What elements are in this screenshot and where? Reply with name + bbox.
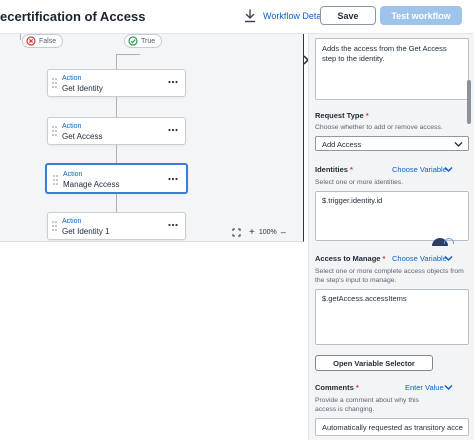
zoom-level: 100%: [258, 228, 277, 236]
identities-label: Identities *: [315, 165, 353, 174]
action-node-get-identity-1[interactable]: Action Get Identity 1: [47, 212, 186, 240]
action-node-manage-access[interactable]: Action Manage Access: [45, 163, 188, 194]
connector-line: [116, 96, 117, 118]
node-name-label: Manage Access: [63, 180, 120, 189]
comments-enter-value[interactable]: Enter Value: [405, 383, 444, 392]
required-marker: *: [382, 254, 386, 263]
zoom-controls: + 100% –: [232, 225, 298, 239]
workflow-canvas[interactable]: False True Action Get Identity Action Ge…: [0, 34, 304, 242]
chevron-down-icon: [454, 142, 463, 147]
identities-field[interactable]: $.trigger.identity.id: [315, 191, 469, 241]
node-name-label: Get Identity: [62, 84, 103, 93]
test-workflow-button[interactable]: Test workflow: [380, 6, 462, 25]
more-options-icon[interactable]: [168, 78, 178, 86]
node-type-label: Action: [62, 75, 82, 82]
branch-true-pill[interactable]: True: [124, 34, 163, 48]
node-type-label: Action: [62, 123, 82, 130]
node-name-label: Get Access: [62, 132, 103, 141]
connector-line: [20, 34, 21, 40]
drag-handle-icon[interactable]: [53, 175, 58, 185]
request-type-help: Choose whether to add or remove access.: [315, 124, 443, 131]
more-options-icon[interactable]: [168, 175, 178, 183]
download-icon[interactable]: [244, 9, 256, 23]
workflow-editor: ecertification of Access Workflow Detail…: [0, 0, 474, 440]
help-ring-icon[interactable]: [444, 238, 454, 244]
check-circle-icon: [128, 36, 138, 46]
open-variable-selector-button[interactable]: Open Variable Selector: [315, 355, 433, 371]
description-field[interactable]: Adds the access from the Get Access step…: [315, 38, 469, 100]
drag-handle-icon[interactable]: [52, 221, 57, 231]
drag-handle-icon[interactable]: [52, 78, 57, 88]
request-type-select[interactable]: Add Access: [315, 136, 469, 151]
connector-line: [116, 54, 117, 70]
access-to-manage-help: Select one or more complete access objec…: [315, 268, 464, 284]
access-to-manage-label: Access to Manage *: [315, 254, 386, 263]
comments-label: Comments *: [315, 383, 359, 392]
required-marker: *: [365, 111, 369, 120]
step-properties-panel: Adds the access from the Get Access step…: [308, 34, 474, 440]
node-name-label: Get Identity 1: [62, 227, 110, 236]
identities-help: Select one or more identities.: [315, 179, 404, 186]
access-choose-variable[interactable]: Choose Variable: [392, 254, 447, 263]
branch-true-label: True: [141, 37, 156, 45]
panel-scrollbar[interactable]: [467, 80, 471, 124]
drag-handle-icon[interactable]: [52, 126, 57, 136]
connector-line: [116, 192, 117, 212]
branch-false-label: False: [39, 37, 57, 45]
required-marker: *: [355, 383, 359, 392]
zoom-in-button[interactable]: +: [249, 227, 255, 238]
connector-elbow: [116, 54, 140, 55]
branch-false-pill[interactable]: False: [22, 34, 64, 48]
required-marker: *: [350, 165, 353, 174]
fit-screen-icon[interactable]: [232, 228, 241, 237]
more-options-icon[interactable]: [168, 126, 178, 134]
comments-help: Provide a comment about why this access …: [315, 397, 419, 413]
node-type-label: Action: [63, 171, 83, 178]
chevron-down-icon[interactable]: [444, 384, 453, 391]
zoom-out-button[interactable]: –: [281, 227, 286, 237]
page-title: ecertification of Access: [0, 9, 146, 24]
chevron-down-icon[interactable]: [444, 166, 453, 173]
x-circle-icon: [26, 36, 36, 46]
save-button[interactable]: Save: [320, 6, 376, 25]
chevron-down-icon[interactable]: [444, 255, 453, 262]
node-type-label: Action: [62, 218, 82, 225]
connector-line: [116, 144, 117, 164]
action-node-get-access[interactable]: Action Get Access: [47, 117, 186, 145]
request-type-value: Add Access: [322, 140, 362, 149]
more-options-icon[interactable]: [168, 221, 178, 229]
identities-choose-variable[interactable]: Choose Variable: [392, 165, 447, 174]
panel-pointer: [303, 260, 308, 270]
request-type-label: Request Type *: [315, 111, 369, 120]
comments-field[interactable]: Automatically requested as transitory ac…: [315, 418, 469, 436]
action-node-get-identity[interactable]: Action Get Identity: [47, 69, 186, 97]
header-bar: ecertification of Access Workflow Detail…: [0, 0, 474, 34]
access-to-manage-field[interactable]: $.getAccess.accessItems: [315, 289, 469, 345]
